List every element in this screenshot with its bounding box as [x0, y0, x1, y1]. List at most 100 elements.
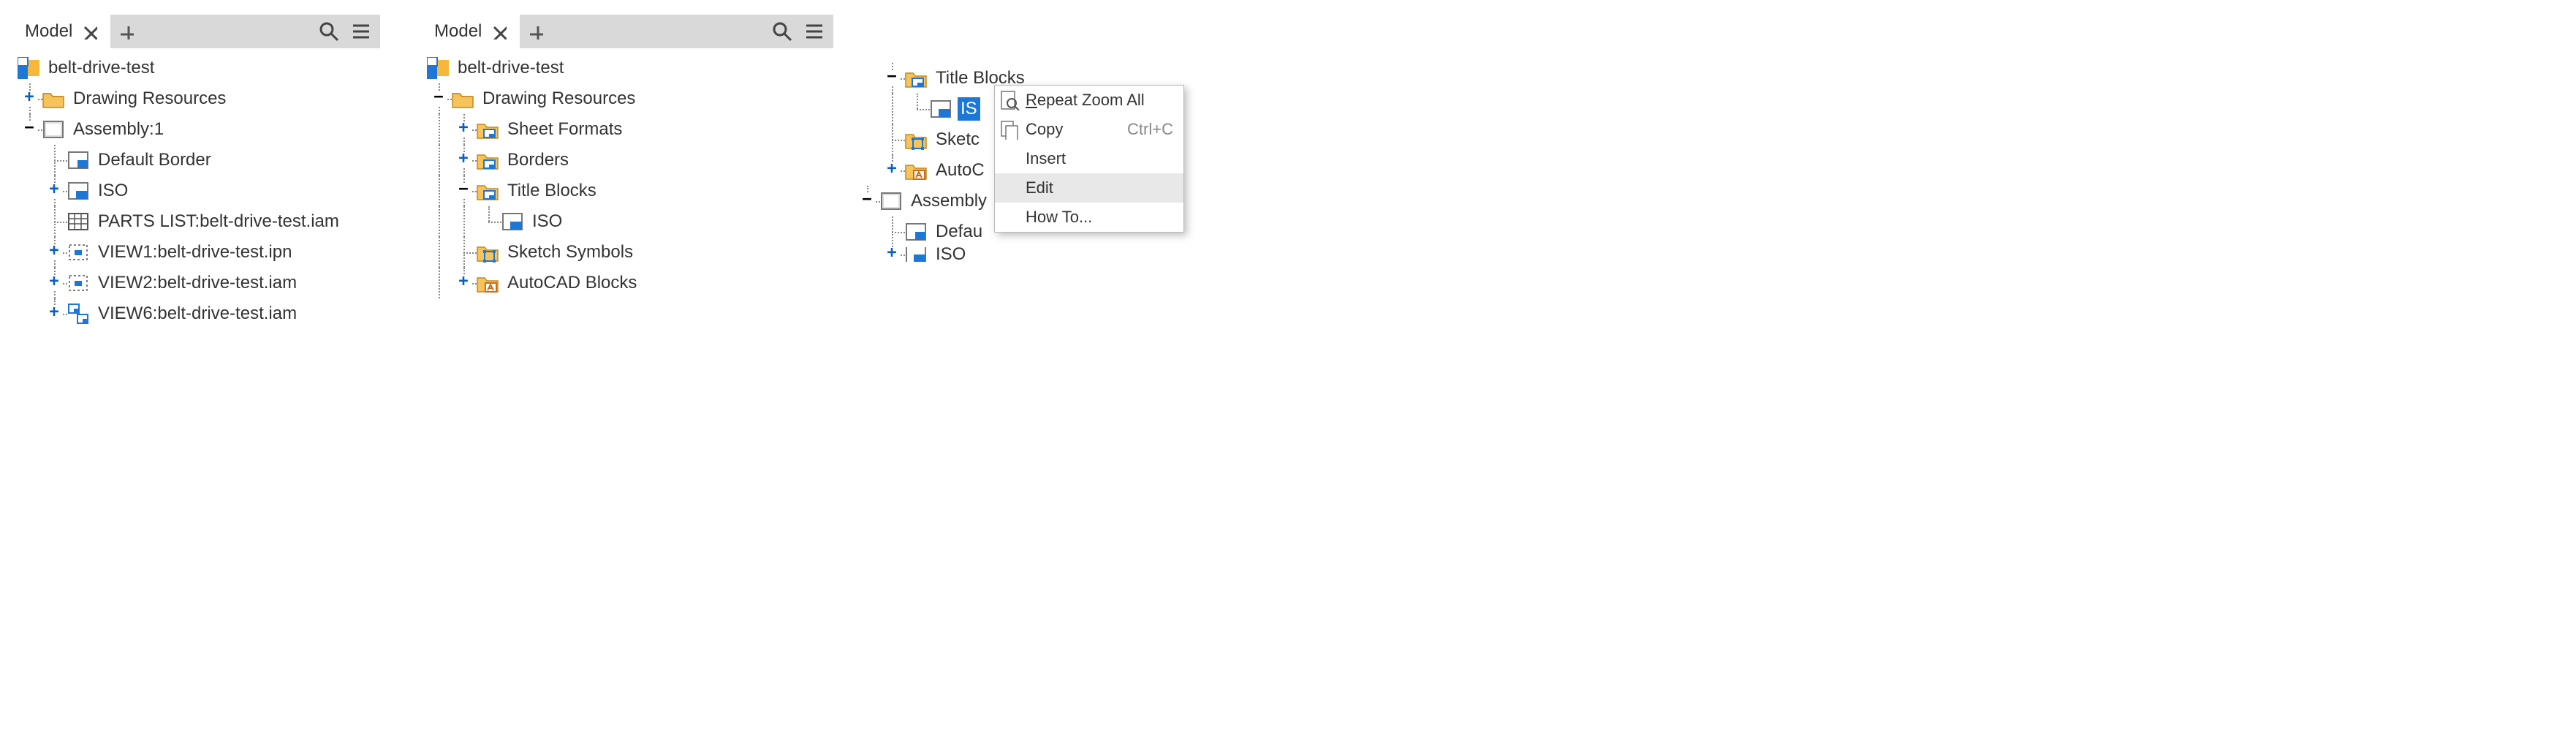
tab-bar: Model	[15, 15, 380, 48]
collapse-button[interactable]: −	[860, 194, 874, 208]
search-button[interactable]	[769, 15, 801, 48]
tree-label: VIEW6:belt-drive-test.iam	[95, 302, 300, 325]
tree-item-iso[interactable]: + ISO	[18, 176, 377, 206]
tree-item-autocad-blocks[interactable]: + AutoCAD Blocks	[427, 268, 830, 298]
titleblock-icon	[501, 211, 523, 233]
search-button[interactable]	[316, 15, 348, 48]
expand-button[interactable]: +	[456, 153, 471, 167]
border-icon	[905, 221, 927, 243]
menu-item-howto[interactable]: How To...	[995, 203, 1183, 232]
expand-button[interactable]: +	[47, 306, 61, 321]
folder-sheet-icon	[477, 149, 499, 171]
menu-label: Insert	[1026, 149, 1066, 168]
folder-sheet-icon	[477, 180, 499, 202]
search-icon	[318, 20, 340, 42]
menu-item-insert[interactable]: Insert	[995, 144, 1183, 173]
tab-label: Model	[431, 20, 485, 43]
tree-item-iso2[interactable]: + ISO	[855, 247, 1211, 262]
plus-icon	[118, 23, 134, 39]
menu-item-copy[interactable]: Copy Ctrl+C	[995, 115, 1183, 144]
folder-sketch-icon	[477, 241, 499, 263]
context-menu: Repeat Zoom All Copy Ctrl+C Insert Edit …	[994, 85, 1184, 233]
collapse-button[interactable]: −	[456, 184, 471, 198]
expand-button[interactable]: +	[22, 91, 37, 106]
menu-label: Copy	[1026, 120, 1063, 139]
border-icon	[67, 149, 89, 171]
drawing-icon	[18, 57, 39, 79]
tree-item-view1[interactable]: + VIEW1:belt-drive-test.ipn	[18, 237, 377, 268]
tree-item-drawing-resources[interactable]: − Drawing Resources	[427, 83, 830, 114]
collapse-button[interactable]: −	[431, 91, 446, 106]
expand-button[interactable]: +	[456, 276, 471, 290]
tab-bar: Model	[424, 15, 833, 48]
tree-item-assembly[interactable]: − Assembly:1	[18, 114, 377, 145]
drawing-icon	[427, 57, 449, 79]
tree-label: IS	[958, 97, 980, 121]
tree-item-sketch-symbols[interactable]: Sketch Symbols	[427, 237, 830, 268]
new-tab-button[interactable]	[520, 15, 556, 48]
new-tab-button[interactable]	[110, 15, 147, 48]
blank-icon	[999, 178, 1020, 198]
view-sheet-icon	[67, 303, 89, 325]
tree-item-root[interactable]: belt-drive-test	[427, 53, 830, 83]
tree-label: VIEW2:belt-drive-test.iam	[95, 271, 300, 295]
tree-label: Sketch Symbols	[504, 241, 636, 264]
tab-model[interactable]: Model	[424, 15, 520, 48]
hamburger-icon	[350, 20, 372, 42]
menu-button[interactable]	[348, 15, 380, 48]
tree-label: Assembly	[908, 189, 990, 213]
hamburger-icon	[803, 20, 825, 42]
tree-item-title-blocks[interactable]: − Title Blocks	[427, 176, 830, 206]
collapse-button[interactable]: −	[22, 122, 37, 137]
tree-item-sheet-formats[interactable]: + Sheet Formats	[427, 114, 830, 145]
expand-button[interactable]: +	[47, 245, 61, 260]
tree-label: ISO	[95, 179, 131, 203]
titleblock-icon	[930, 98, 952, 120]
tree-label: ISO	[529, 210, 565, 233]
tab-model[interactable]: Model	[15, 15, 110, 48]
titleblock-icon	[67, 180, 89, 202]
tree-item-view6[interactable]: + VIEW6:belt-drive-test.iam	[18, 298, 377, 329]
collapse-button[interactable]: −	[884, 71, 899, 86]
sheet-icon	[880, 190, 902, 212]
tree-label: VIEW1:belt-drive-test.ipn	[95, 241, 295, 264]
menu-item-repeat[interactable]: Repeat Zoom All	[995, 86, 1183, 115]
tree-item-parts-list[interactable]: PARTS LIST:belt-drive-test.iam	[18, 206, 377, 237]
expand-button[interactable]: +	[47, 276, 61, 290]
view-icon	[67, 241, 89, 263]
copy-icon	[999, 119, 1020, 140]
tree-item-view2[interactable]: + VIEW2:belt-drive-test.iam	[18, 268, 377, 298]
close-icon[interactable]	[490, 23, 507, 39]
tab-label: Model	[22, 20, 75, 43]
model-browser-panel-3: − Title Blocks IS Sketc + AutoC	[877, 15, 1213, 266]
titleblock-icon	[905, 247, 927, 262]
menu-label: How To...	[1026, 208, 1092, 227]
tree-label: Assembly:1	[70, 118, 167, 141]
tree-item-iso[interactable]: ISO	[427, 206, 830, 237]
menu-label: Repeat Zoom All	[1026, 91, 1145, 110]
close-icon[interactable]	[81, 23, 97, 39]
search-icon	[771, 20, 793, 42]
tree-label: Sheet Formats	[504, 118, 625, 141]
sheet-icon	[42, 118, 64, 140]
model-tree: belt-drive-test − Drawing Resources + Sh…	[424, 48, 833, 303]
model-browser-panel-1: Model belt-drive-test + Drawing Resource…	[15, 15, 380, 333]
folder-sheet-icon	[905, 67, 927, 89]
expand-button[interactable]: +	[884, 163, 899, 178]
tree-label: AutoCAD Blocks	[504, 271, 640, 295]
tree-label: PARTS LIST:belt-drive-test.iam	[95, 210, 342, 233]
folder-icon	[42, 88, 64, 110]
menu-button[interactable]	[801, 15, 833, 48]
folder-acad-icon	[477, 272, 499, 294]
menu-item-edit[interactable]: Edit	[995, 173, 1183, 203]
model-tree: belt-drive-test + Drawing Resources − As…	[15, 48, 380, 333]
tree-item-drawing-resources[interactable]: + Drawing Resources	[18, 83, 377, 114]
tree-label: Defau	[933, 220, 985, 244]
expand-button[interactable]: +	[47, 184, 61, 198]
tree-item-root[interactable]: belt-drive-test	[18, 53, 377, 83]
tree-item-default-border[interactable]: Default Border	[18, 145, 377, 176]
expand-button[interactable]: +	[456, 122, 471, 137]
tree-label: belt-drive-test	[455, 56, 567, 80]
expand-button[interactable]: +	[884, 247, 899, 262]
tree-item-borders[interactable]: + Borders	[427, 145, 830, 176]
